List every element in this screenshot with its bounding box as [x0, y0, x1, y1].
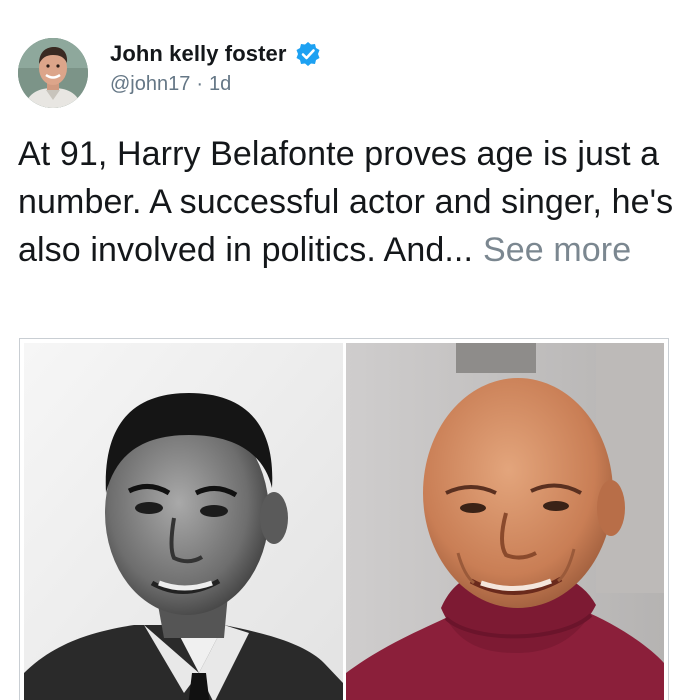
media-grid — [19, 338, 669, 700]
tweet-timestamp[interactable]: 1d — [209, 73, 231, 96]
tweet-body: At 91, Harry Belafonte proves age is jus… — [18, 130, 688, 274]
see-more-link[interactable]: See more — [483, 231, 631, 269]
media-image-2[interactable] — [346, 343, 664, 700]
media-image-1[interactable] — [24, 343, 343, 700]
author-name-row: John kelly foster — [110, 41, 321, 67]
avatar[interactable] — [18, 38, 88, 108]
tweet-card: John kelly foster @john17 · 1d At 91, Harr… — [0, 0, 700, 700]
person-avatar-icon — [18, 38, 88, 108]
author-handle[interactable]: @john17 — [110, 73, 190, 96]
verified-badge-icon — [295, 41, 321, 67]
meta-separator: · — [196, 73, 204, 95]
author-display-name[interactable]: John kelly foster — [110, 41, 287, 67]
black-and-white-portrait-icon — [24, 343, 343, 700]
author-meta-row: @john17 · 1d — [110, 73, 231, 96]
color-portrait-icon — [346, 343, 664, 700]
